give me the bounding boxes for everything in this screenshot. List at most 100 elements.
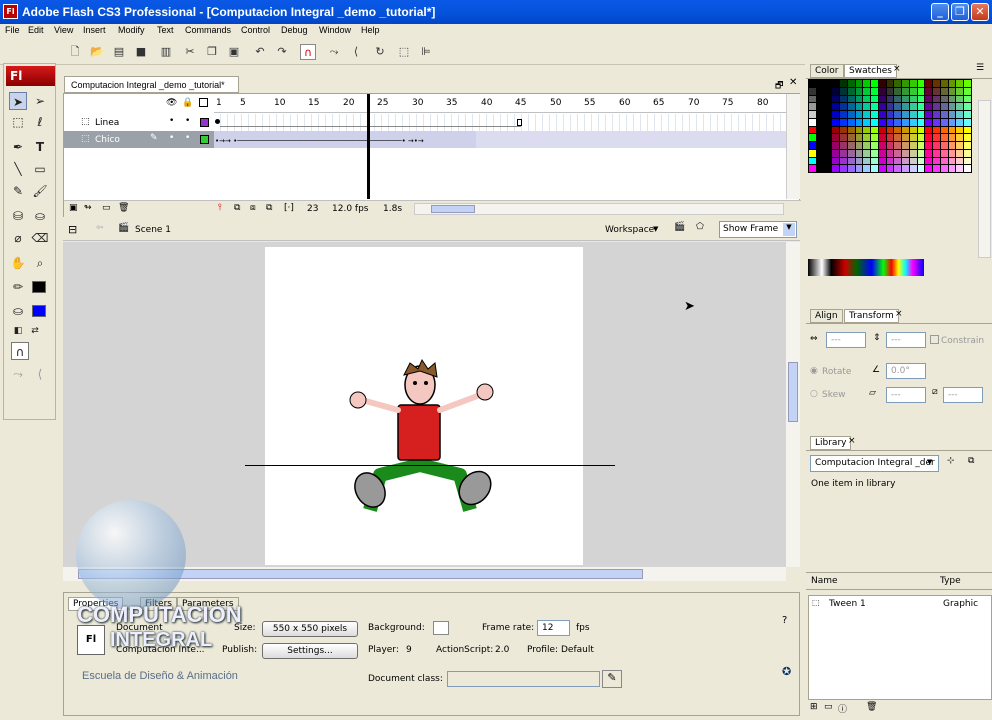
- color-swatch[interactable]: [871, 80, 878, 87]
- color-swatch[interactable]: [816, 87, 824, 95]
- color-swatch[interactable]: [840, 87, 847, 95]
- help-icon[interactable]: ?: [782, 615, 787, 626]
- color-swatch[interactable]: [863, 111, 871, 118]
- save-icon[interactable]: ■: [133, 44, 149, 60]
- accessibility-icon[interactable]: ✪: [782, 665, 791, 678]
- color-swatch[interactable]: [855, 149, 863, 157]
- color-swatch[interactable]: [940, 165, 948, 172]
- color-swatch[interactable]: [886, 165, 894, 172]
- color-swatch[interactable]: [917, 111, 925, 118]
- color-swatch[interactable]: [863, 149, 871, 157]
- copy-icon[interactable]: ❐: [204, 44, 220, 60]
- color-swatch[interactable]: [964, 126, 971, 134]
- color-swatch[interactable]: [824, 80, 832, 87]
- end-frame[interactable]: [517, 119, 522, 126]
- color-swatch[interactable]: [824, 111, 832, 118]
- layer-row-chico[interactable]: ⬚ Chico ✎ • •: [64, 131, 214, 148]
- smooth-icon[interactable]: ⤳: [326, 44, 342, 60]
- panel-restore-icon[interactable]: 🗗: [775, 78, 783, 94]
- color-swatch[interactable]: [878, 126, 886, 134]
- chico-frames[interactable]: •→→ •───────────────────────────────────…: [214, 131, 800, 148]
- default-colors-icon[interactable]: ◧: [9, 322, 27, 340]
- color-swatch[interactable]: [878, 149, 886, 157]
- color-swatch[interactable]: [871, 103, 878, 110]
- color-swatch[interactable]: [816, 80, 824, 87]
- color-swatch[interactable]: [925, 157, 933, 165]
- color-swatch[interactable]: [956, 80, 964, 87]
- keyframe[interactable]: [215, 119, 220, 124]
- scroll-thumb[interactable]: [788, 362, 798, 422]
- color-swatch[interactable]: [917, 134, 925, 141]
- color-swatch[interactable]: [824, 103, 832, 110]
- color-swatch[interactable]: [940, 157, 948, 165]
- color-swatch[interactable]: [902, 95, 909, 103]
- color-swatch[interactable]: [824, 149, 832, 157]
- color-swatch[interactable]: [933, 111, 940, 118]
- color-swatch[interactable]: [847, 80, 855, 87]
- close-icon[interactable]: ×: [893, 64, 901, 74]
- boy-character[interactable]: [340, 355, 500, 515]
- color-swatch[interactable]: [925, 126, 933, 134]
- color-swatch[interactable]: [886, 118, 894, 126]
- constrain-checkbox[interactable]: [930, 335, 939, 344]
- menu-window[interactable]: Window: [319, 25, 351, 35]
- color-swatch[interactable]: [871, 157, 878, 165]
- color-swatch[interactable]: [940, 111, 948, 118]
- menu-commands[interactable]: Commands: [185, 25, 231, 35]
- height-input[interactable]: ---: [886, 332, 926, 348]
- color-swatch[interactable]: [940, 103, 948, 110]
- color-swatch[interactable]: [824, 87, 832, 95]
- color-swatch[interactable]: [948, 87, 956, 95]
- color-swatch[interactable]: [902, 118, 909, 126]
- pen-tool-icon[interactable]: ✒: [9, 138, 27, 156]
- menu-control[interactable]: Control: [241, 25, 270, 35]
- color-swatch[interactable]: [863, 103, 871, 110]
- color-swatch[interactable]: [886, 95, 894, 103]
- scroll-thumb[interactable]: [78, 569, 643, 579]
- color-swatch[interactable]: [894, 142, 902, 149]
- color-swatch[interactable]: [909, 95, 917, 103]
- tab-parameters[interactable]: Parameters: [177, 597, 239, 611]
- stage-vscroll[interactable]: [786, 242, 800, 567]
- close-button[interactable]: ✕: [971, 3, 989, 21]
- color-swatch[interactable]: [832, 142, 840, 149]
- color-swatch[interactable]: [855, 118, 863, 126]
- color-swatch[interactable]: [878, 157, 886, 165]
- color-swatch[interactable]: [816, 157, 824, 165]
- snap-to-objects-icon[interactable]: ∩: [11, 342, 29, 360]
- color-swatch[interactable]: [886, 149, 894, 157]
- color-swatch[interactable]: [855, 111, 863, 118]
- color-swatch[interactable]: [956, 111, 964, 118]
- color-swatch[interactable]: [855, 126, 863, 134]
- color-swatch[interactable]: [824, 95, 832, 103]
- maximize-button[interactable]: ❐: [951, 3, 969, 21]
- color-swatch[interactable]: [871, 142, 878, 149]
- color-swatch[interactable]: [948, 126, 956, 134]
- color-swatch[interactable]: [824, 142, 832, 149]
- new-library-icon[interactable]: ⧉: [968, 456, 974, 466]
- undo-icon[interactable]: ↶: [252, 44, 268, 60]
- color-swatch[interactable]: [809, 118, 816, 126]
- edit-multiple-icon[interactable]: ⧉: [266, 203, 272, 213]
- color-swatch[interactable]: [933, 142, 940, 149]
- swatch-grid[interactable]: [808, 79, 972, 173]
- color-swatch[interactable]: [809, 126, 816, 134]
- color-swatch[interactable]: [816, 111, 824, 118]
- color-swatch[interactable]: [909, 149, 917, 157]
- rectangle-tool-icon[interactable]: ▭: [31, 160, 49, 178]
- lock-icon[interactable]: 🔒: [182, 98, 193, 108]
- color-swatch[interactable]: [855, 87, 863, 95]
- color-swatch[interactable]: [940, 149, 948, 157]
- document-close-icon[interactable]: ✕: [789, 77, 797, 88]
- layer-outline-color[interactable]: [200, 135, 209, 144]
- stroke-color-icon[interactable]: ✏: [9, 278, 27, 296]
- color-swatch[interactable]: [909, 118, 917, 126]
- color-swatch[interactable]: [840, 103, 847, 110]
- color-swatch[interactable]: [956, 95, 964, 103]
- color-swatch[interactable]: [909, 165, 917, 172]
- color-swatch[interactable]: [940, 95, 948, 103]
- color-swatch[interactable]: [816, 95, 824, 103]
- color-swatch[interactable]: [948, 134, 956, 141]
- color-swatch[interactable]: [917, 165, 925, 172]
- snap-magnet-icon[interactable]: ∩: [300, 44, 316, 60]
